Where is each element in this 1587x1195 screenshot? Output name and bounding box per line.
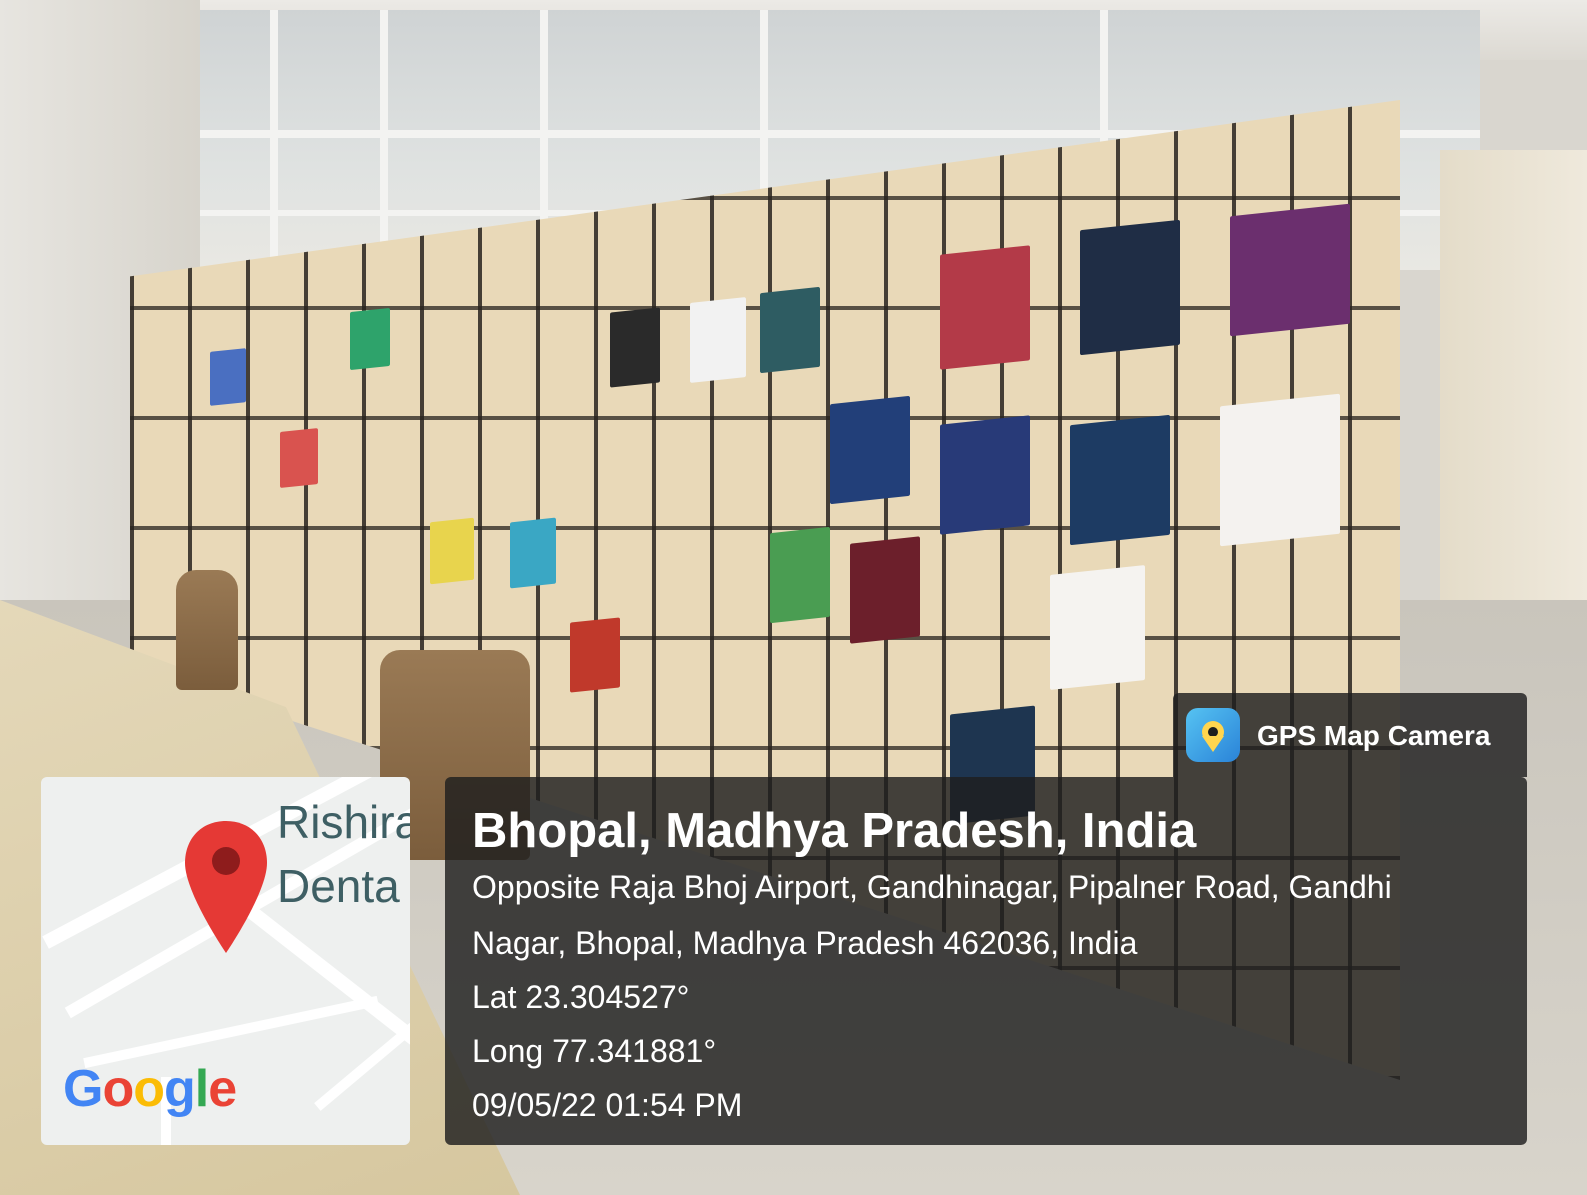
location-info-panel: Bhopal, Madhya Pradesh, India Opposite R… (445, 777, 1527, 1145)
address-line: Nagar, Bhopal, Madhya Pradesh 462036, In… (472, 925, 1138, 961)
location-title: Bhopal, Madhya Pradesh, India (472, 804, 1197, 858)
google-logo: Google (63, 1060, 237, 1118)
address-line: Opposite Raja Bhoj Airport, Gandhinagar,… (472, 869, 1392, 905)
badge-label: GPS Map Camera (1257, 720, 1491, 751)
map-pin-icon (185, 821, 267, 953)
longitude: Long 77.341881° (472, 1033, 717, 1069)
map-thumbnail: Rishira Denta Google (41, 777, 410, 1145)
map-place-label: Denta (277, 860, 400, 912)
latitude: Lat 23.304527° (472, 979, 690, 1015)
map-place-label: Rishira (277, 796, 410, 848)
chair (176, 570, 238, 690)
gps-map-camera-icon (1186, 708, 1240, 762)
gps-map-camera-badge: GPS Map Camera (1173, 693, 1527, 777)
timestamp: 09/05/22 01:54 PM (472, 1087, 743, 1123)
